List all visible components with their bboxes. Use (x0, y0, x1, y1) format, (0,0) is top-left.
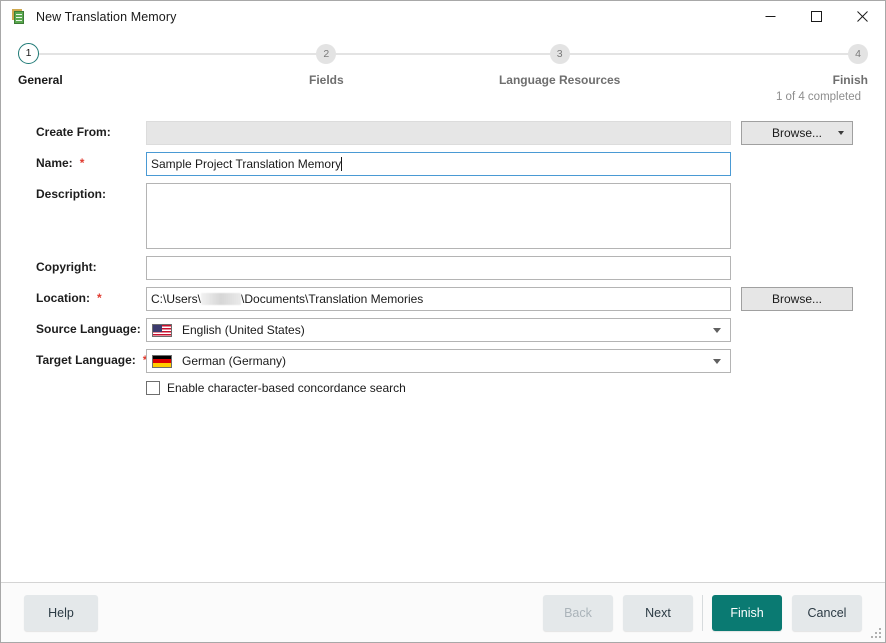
create-from-value (151, 122, 726, 144)
location-input[interactable]: C:\Users\ \Documents\Translation Memories (146, 287, 731, 311)
window-title: New Translation Memory (36, 9, 177, 24)
text-caret (341, 157, 343, 171)
location-required-marker: * (97, 291, 102, 305)
footer-divider (702, 594, 703, 631)
source-language-value: English (United States) (182, 323, 305, 337)
browse-create-from-button[interactable]: Browse... (741, 121, 853, 145)
browse-location-button[interactable]: Browse... (741, 287, 853, 311)
translation-memory-icon (11, 8, 27, 25)
close-icon (856, 11, 868, 22)
back-button[interactable]: Back (543, 594, 613, 631)
step-label: Finish (832, 73, 868, 87)
name-input[interactable]: Sample Project Translation Memory (146, 152, 731, 176)
step-number: 2 (316, 44, 337, 64)
source-language-label: Source Language: (36, 322, 141, 336)
name-value: Sample Project Translation Memory (151, 157, 342, 171)
name-required-marker: * (79, 156, 85, 170)
field-row-location: Location: * C:\Users\ \Documents\Translat… (1, 287, 885, 311)
create-from-label: Create From: (36, 125, 111, 139)
target-language-value: German (Germany) (182, 354, 287, 368)
field-row-description: Description: (1, 183, 885, 249)
flag-us-icon (152, 323, 172, 337)
redacted-username (201, 293, 242, 305)
close-button[interactable] (839, 1, 885, 32)
location-value-prefix: C:\Users\ (151, 292, 202, 306)
step-number: 3 (549, 44, 570, 64)
field-row-name: Name: * Sample Project Translation Memor… (1, 152, 885, 176)
flag-de-icon (152, 354, 172, 368)
maximize-icon (810, 11, 822, 22)
form-area: Create From: Browse... Name: * Sample Pr… (1, 103, 885, 582)
minimize-icon (765, 16, 775, 17)
step-label: General (18, 73, 63, 87)
step-number: 4 (847, 44, 868, 64)
next-button[interactable]: Next (623, 594, 693, 631)
field-row-target-language: Target Language: * German (Germany) (1, 349, 885, 373)
wizard-stepper: 1 General 2 Fields 3 Language Resources … (1, 37, 885, 93)
description-label: Description: (36, 187, 107, 201)
field-row-copyright: Copyright: (1, 256, 885, 280)
browse-create-from-label: Browse... (771, 126, 822, 140)
step-number: 1 (18, 43, 39, 64)
target-language-label: Target Language: (36, 353, 136, 367)
minimize-button[interactable] (747, 1, 793, 32)
resize-grip[interactable] (870, 627, 882, 639)
new-translation-memory-dialog: New Translation Memory 1 General 2 Field… (0, 0, 886, 643)
stepper-step-general[interactable]: 1 General (18, 37, 168, 87)
concordance-checkbox-label: Enable character-based concordance searc… (167, 381, 406, 395)
cancel-button[interactable]: Cancel (792, 594, 862, 631)
source-language-select[interactable]: English (United States) (146, 318, 731, 342)
name-label: Name: (36, 156, 73, 170)
maximize-button[interactable] (793, 1, 839, 32)
create-from-input[interactable] (146, 121, 731, 145)
chevron-down-icon[interactable] (838, 131, 844, 135)
window-controls (747, 1, 885, 32)
location-value-suffix: \Documents\Translation Memories (241, 292, 424, 306)
dialog-footer: Help Back Next Finish Cancel (1, 582, 885, 642)
stepper-step-finish[interactable]: 4 Finish (718, 37, 868, 87)
stepper-step-fields[interactable]: 2 Fields (251, 37, 401, 87)
concordance-checkbox[interactable] (146, 381, 160, 395)
description-textarea[interactable] (146, 183, 731, 249)
concordance-checkbox-row: Enable character-based concordance searc… (1, 381, 885, 395)
chevron-down-icon[interactable] (713, 358, 721, 364)
step-label: Language Resources (498, 73, 621, 87)
step-label: Fields (308, 73, 344, 87)
finish-button[interactable]: Finish (712, 594, 782, 631)
location-label: Location: (36, 291, 90, 305)
title-bar: New Translation Memory (1, 1, 885, 32)
field-row-source-language: Source Language: * English (United State… (1, 318, 885, 342)
copyright-label: Copyright: (36, 260, 97, 274)
copyright-input[interactable] (146, 256, 731, 280)
chevron-down-icon[interactable] (713, 327, 721, 333)
help-button[interactable]: Help (24, 594, 98, 631)
field-row-create-from: Create From: Browse... (1, 121, 885, 145)
browse-location-label: Browse... (771, 292, 822, 306)
target-language-select[interactable]: German (Germany) (146, 349, 731, 373)
copyright-value (151, 257, 726, 279)
stepper-step-language-resources[interactable]: 3 Language Resources (485, 37, 635, 87)
